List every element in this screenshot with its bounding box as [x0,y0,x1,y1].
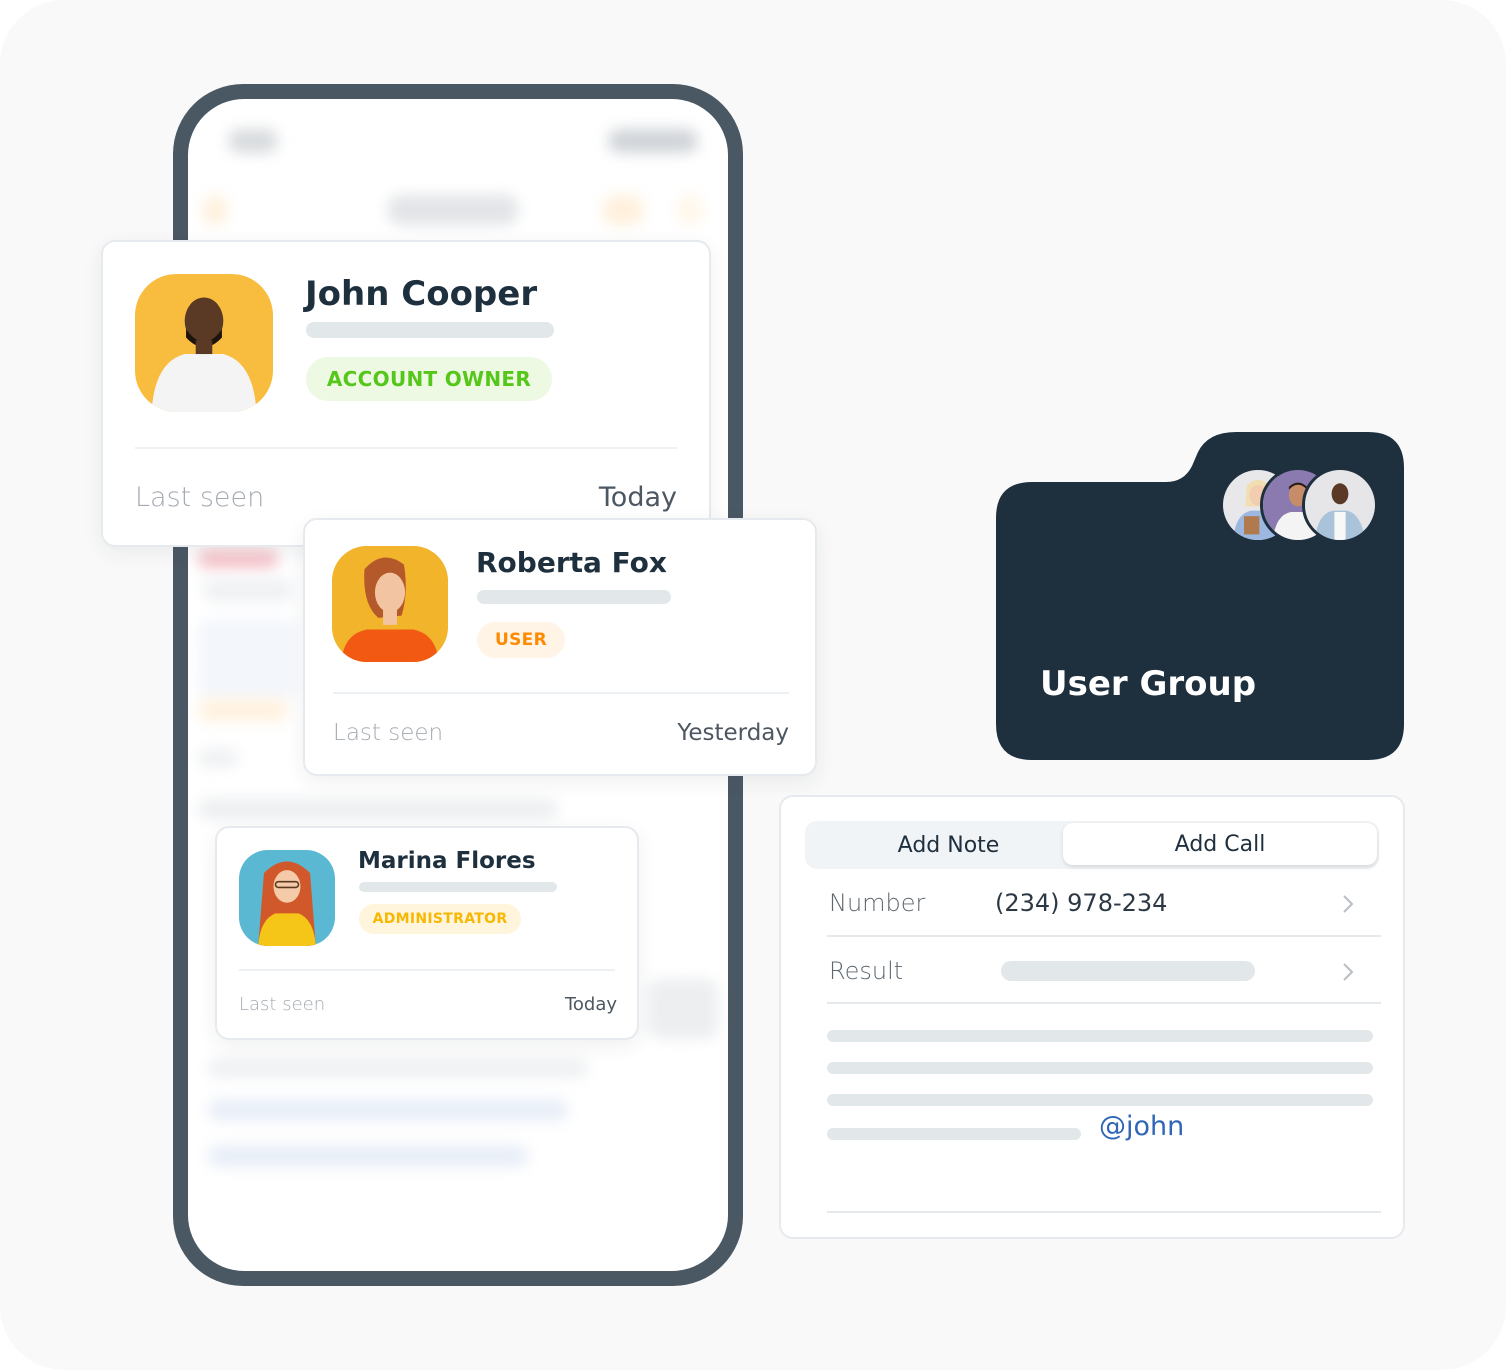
status-icons-blur [608,129,698,153]
card-divider [333,692,789,694]
list-blur-6 [198,799,558,819]
list-blur-1 [198,549,278,569]
list-blur-2 [203,579,293,601]
list-blur-5 [198,749,238,767]
person-photo-icon [239,850,335,946]
contact-name: Marina Flores [358,848,536,874]
contact-card-john-cooper[interactable]: John Cooper ACCOUNT OWNER Last seen Toda… [101,240,711,547]
mention-link[interactable]: @john [1099,1111,1184,1142]
last-seen-value: Today [598,482,677,513]
appbar-right-blur [603,195,643,225]
role-badge-user: USER [477,622,565,658]
note-text-line-4 [827,1128,1081,1140]
person-photo-icon [332,546,448,662]
user-group-title: User Group [1040,664,1257,704]
note-text-line-2 [827,1062,1373,1074]
chevron-right-icon[interactable] [1337,893,1359,915]
list-blur-8 [208,1059,588,1077]
group-member-avatar-3 [1302,467,1378,543]
appbar-right2-blur [678,195,702,225]
last-seen-value: Today [564,994,617,1015]
number-value[interactable]: (234) 978-234 [995,889,1167,917]
card-divider [135,447,677,449]
user-group-folder[interactable]: User Group [996,432,1404,760]
last-seen-value: Yesterday [677,720,789,746]
list-blur-4 [198,699,288,721]
contact-name: Roberta Fox [476,546,667,579]
note-text-line-1 [827,1030,1373,1042]
row-divider [827,1211,1381,1213]
person-photo-icon [1305,470,1375,540]
tab-switcher: Add Note Add Call [805,821,1379,869]
number-label: Number [829,889,926,917]
result-value-placeholder[interactable] [1001,961,1255,981]
person-photo-icon [135,274,273,412]
subtitle-placeholder-bar [306,322,554,338]
card-divider [239,969,615,971]
list-blur-3 [198,619,298,699]
avatar-roberta-fox [332,546,448,662]
list-blur-7 [648,979,718,1039]
contact-card-roberta-fox[interactable]: Roberta Fox USER Last seen Yesterday [303,518,817,776]
row-divider [827,935,1381,937]
subtitle-placeholder-bar [477,590,671,604]
role-badge-account-owner: ACCOUNT OWNER [306,357,552,401]
chevron-right-icon[interactable] [1337,961,1359,983]
note-text-line-3 [827,1094,1373,1106]
role-badge-administrator: ADMINISTRATOR [359,904,521,934]
activity-panel: Add Note Add Call Number (234) 978-234 R… [779,795,1405,1239]
result-label: Result [829,957,904,985]
appbar-title-blur [388,195,518,225]
link-blur-2 [208,1145,528,1167]
avatar-marina-flores [239,850,335,946]
status-time-blur [228,129,278,153]
last-seen-label: Last seen [239,994,326,1015]
tab-add-call[interactable]: Add Call [1063,823,1377,865]
avatar-john-cooper [135,274,273,412]
link-blur-1 [208,1099,568,1121]
last-seen-label: Last seen [333,720,444,746]
row-divider [827,1002,1381,1004]
last-seen-label: Last seen [135,482,265,513]
contact-name: John Cooper [305,274,538,314]
contact-card-marina-flores[interactable]: Marina Flores ADMINISTRATOR Last seen To… [215,826,639,1040]
appbar-left-blur [203,195,227,225]
tab-add-note[interactable]: Add Note [805,821,1092,869]
subtitle-placeholder-bar [359,882,557,892]
